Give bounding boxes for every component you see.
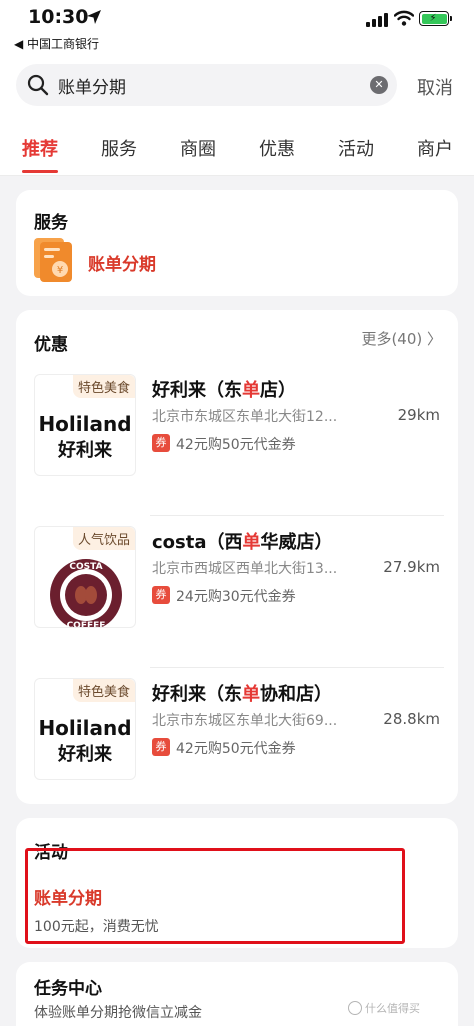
coupon-badge: 券 <box>152 738 170 756</box>
costa-coffee-icon: COSTA COFFEE <box>50 559 122 628</box>
list-item[interactable]: 特色美食 Holiland 好利来 好利来（东单店） 北京市东城区东单北大街12… <box>16 364 458 516</box>
location-arrow-icon <box>87 10 101 24</box>
status-time: 10:30 <box>28 6 89 28</box>
svg-text:COFFEE: COFFEE <box>67 621 106 628</box>
shop-distance: 28.8km <box>383 710 440 728</box>
bill-installment-service-link[interactable]: 账单分期 <box>88 250 156 275</box>
category-tabs: 推荐 服务 商圈 优惠 活动 商户 <box>0 118 474 176</box>
category-tag: 特色美食 <box>72 679 135 702</box>
search-icon <box>27 74 49 96</box>
task-center-card[interactable]: 任务中心 体验账单分期抢微信立减金 <box>16 962 458 1026</box>
shop-distance: 29km <box>397 406 440 424</box>
category-tag: 人气饮品 <box>72 527 135 550</box>
shop-address: 北京市东城区东单北大街12... <box>152 409 338 425</box>
search-bar: ✕ 取消 <box>0 56 474 118</box>
deal-text: 24元购30元代金券 <box>176 589 296 605</box>
clear-search-icon[interactable]: ✕ <box>370 76 388 94</box>
holiland-logo: 特色美食 Holiland 好利来 <box>34 374 136 476</box>
highlight-frame <box>25 848 405 944</box>
bill-document-icon[interactable]: ¥ <box>30 236 76 284</box>
list-item[interactable]: 人气饮品 COSTA COFFEE costa（西单华威店） 北京市西城区西单北… <box>16 516 458 668</box>
watermark-logo-icon <box>348 1001 362 1015</box>
logo-text-en: Holiland <box>38 716 132 740</box>
service-card-title: 服务 <box>34 213 68 233</box>
tab-activities[interactable]: 活动 <box>338 135 374 161</box>
task-center-title: 任务中心 <box>34 979 102 999</box>
deal-text: 42元购50元代金券 <box>176 437 296 453</box>
active-tab-indicator <box>22 170 58 173</box>
wifi-icon <box>394 10 414 26</box>
tab-business-district[interactable]: 商圈 <box>180 135 216 161</box>
category-tag: 特色美食 <box>72 375 135 398</box>
status-bar: 10:30 ◀ 中国工商银行 ⚡ <box>0 0 474 56</box>
shop-address: 北京市西城区西单北大街13... <box>152 561 338 577</box>
service-card: 服务 ¥ 账单分期 <box>16 190 458 296</box>
costa-coffee-logo: 人气饮品 COSTA COFFEE <box>34 526 136 628</box>
deal-text: 42元购50元代金券 <box>176 741 296 757</box>
battery-nub <box>450 16 452 21</box>
coupon-card-title: 优惠 <box>34 335 68 355</box>
shop-name: 好利来（东单店） <box>152 380 296 401</box>
search-input[interactable] <box>58 64 358 106</box>
svg-text:¥: ¥ <box>57 265 63 276</box>
tab-recommend[interactable]: 推荐 <box>22 135 58 161</box>
back-to-app-link[interactable]: ◀ 中国工商银行 <box>14 35 99 52</box>
watermark: 什么值得买 <box>348 1000 420 1016</box>
shop-name: costa（西单华威店） <box>152 532 333 553</box>
tab-services[interactable]: 服务 <box>101 135 137 161</box>
logo-text-cn: 好利来 <box>58 744 112 765</box>
cellular-signal-icon <box>366 13 390 27</box>
shop-address: 北京市东城区东单北大街69... <box>152 713 338 729</box>
battery-icon: ⚡ <box>419 11 449 26</box>
cancel-button[interactable]: 取消 <box>417 74 453 100</box>
svg-text:COSTA: COSTA <box>69 562 102 572</box>
shop-name: 好利来（东单协和店） <box>152 684 332 705</box>
holiland-logo: 特色美食 Holiland 好利来 <box>34 678 136 780</box>
logo-text-en: Holiland <box>38 412 132 436</box>
logo-text-cn: 好利来 <box>58 440 112 461</box>
task-center-description: 体验账单分期抢微信立减金 <box>34 1005 202 1021</box>
shop-distance: 27.9km <box>383 558 440 576</box>
coupon-card: 优惠 更多(40) 〉 特色美食 Holiland 好利来 好利来（东单店） 北… <box>16 310 458 804</box>
tab-offers[interactable]: 优惠 <box>259 135 295 161</box>
coupon-badge: 券 <box>152 586 170 604</box>
list-item[interactable]: 特色美食 Holiland 好利来 好利来（东单协和店） 北京市东城区东单北大街… <box>16 668 458 820</box>
search-box[interactable]: ✕ <box>16 64 397 106</box>
tab-merchants[interactable]: 商户 <box>417 135 453 161</box>
more-coupons-link[interactable]: 更多(40) 〉 <box>361 328 442 349</box>
coupon-badge: 券 <box>152 434 170 452</box>
